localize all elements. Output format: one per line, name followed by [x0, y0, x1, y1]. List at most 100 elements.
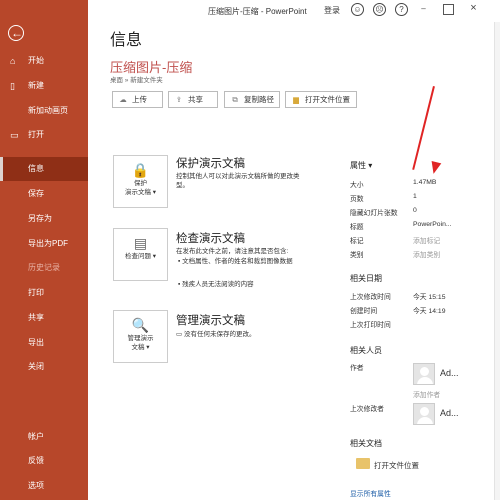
- prop-value: 1.47MB: [413, 179, 437, 186]
- modifier-avatar[interactable]: [413, 403, 435, 425]
- prop-label: 页数: [350, 196, 364, 203]
- copy-icon: ⧉: [232, 95, 238, 104]
- window-title: 压缩图片-压缩 - PowerPoint: [208, 7, 307, 16]
- add-author-link[interactable]: 添加作者: [413, 389, 440, 399]
- sidebar-item-label: 导出为PDF: [28, 239, 68, 248]
- dates-heading: 相关日期: [350, 274, 382, 283]
- prop-label: 类别: [350, 252, 364, 259]
- section-description: 控制其他人可以对此演示文稿所做的更改类型。: [176, 173, 300, 189]
- protect-presentation-button[interactable]: 🔒 保护 演示文稿 ▾: [113, 155, 168, 208]
- sidebar-item-label: 打印: [28, 288, 44, 297]
- sidebar-item-label: 反馈: [28, 456, 44, 465]
- sidebar-item-home[interactable]: ⌂ 开始: [0, 49, 88, 73]
- prop-value: 1: [413, 193, 417, 200]
- card-label: 检查问题 ▾: [124, 253, 157, 260]
- login-link[interactable]: 登录: [324, 5, 340, 16]
- sidebar-item-label: 信息: [28, 164, 44, 173]
- author-name[interactable]: Ad...: [440, 368, 459, 378]
- sidebar-item-label: 选项: [28, 481, 44, 490]
- section-description: 在发布此文件之前，请注意其是否包含:: [176, 248, 289, 255]
- author-avatar[interactable]: [413, 363, 435, 385]
- card-label: 保护 演示文稿 ▾: [124, 180, 157, 196]
- sidebar-item-open[interactable]: ▭ 打开: [0, 123, 88, 147]
- upload-button[interactable]: ☁ 上传: [112, 91, 163, 108]
- cloud-upload-icon: ☁: [119, 95, 127, 104]
- help-icon[interactable]: ?: [395, 3, 408, 16]
- sidebar-item-label: 历史记录: [28, 263, 60, 272]
- sidebar-item-label: 保存: [28, 189, 44, 198]
- sidebar-item-label: 新建: [28, 81, 44, 90]
- prop-label: 大小: [350, 182, 364, 189]
- folder-icon: ▭: [10, 130, 19, 140]
- manage-document-icon: 🔍: [131, 317, 150, 333]
- modifier-name[interactable]: Ad...: [440, 408, 459, 418]
- sidebar-item-save-as[interactable]: 另存为: [0, 207, 88, 231]
- date-label: 上次打印时间: [350, 322, 391, 329]
- share-button[interactable]: ⇪ 共享: [168, 91, 218, 108]
- section-description: ▭ 没有任何未保存的更改。: [176, 331, 256, 338]
- properties-heading[interactable]: 属性 ▾: [350, 160, 372, 171]
- sidebar-item-label: 导出: [28, 338, 44, 347]
- section-title: 检查演示文稿: [176, 233, 245, 245]
- list-item: ▪ 残疾人员无法阅读的内容: [178, 281, 254, 288]
- date-value: 今天 14:19: [413, 308, 446, 315]
- folder-icon: ▆: [293, 95, 299, 104]
- prop-label: 标记: [350, 238, 364, 245]
- manage-presentation-button[interactable]: 🔍 管理演示 文稿 ▾: [113, 310, 168, 363]
- share-icon: ⇪: [175, 95, 183, 104]
- frown-icon[interactable]: ☹: [373, 3, 386, 16]
- sidebar-item-new[interactable]: ▯ 新建: [0, 74, 88, 98]
- page-title: 信息: [110, 32, 143, 49]
- sidebar-item-label: 打开: [28, 130, 44, 139]
- copy-path-button[interactable]: ⧉ 复制路径: [224, 91, 280, 108]
- annotation-arrow-head: [428, 160, 442, 176]
- lock-icon: 🔒: [131, 162, 150, 178]
- sidebar-item-label: 开始: [28, 56, 44, 65]
- open-folder-link[interactable]: 打开文件位置: [374, 460, 419, 471]
- sidebar-item-account[interactable]: 帐户: [0, 425, 88, 449]
- sidebar-item-new-animation-page[interactable]: 新加动画页: [0, 99, 88, 123]
- sidebar-item-options[interactable]: 选项: [0, 474, 88, 498]
- annotation-arrow: [412, 86, 435, 170]
- check-issues-button[interactable]: ▤ 检查问题 ▾: [113, 228, 168, 281]
- folder-icon: [356, 458, 370, 469]
- sidebar-item-history[interactable]: 历史记录: [0, 256, 88, 280]
- date-value: 今天 15:15: [413, 294, 446, 301]
- sidebar-item-info[interactable]: 信息: [0, 157, 88, 181]
- sidebar-item-label: 帐户: [28, 432, 44, 441]
- date-label: 上次修改时间: [350, 294, 391, 301]
- sidebar-item-label: 新加动画页: [28, 106, 68, 115]
- new-doc-icon: ▯: [10, 81, 15, 91]
- date-label: 创建时间: [350, 308, 378, 315]
- minimize-icon[interactable]: –: [418, 4, 429, 15]
- show-all-properties-link[interactable]: 显示所有属性: [350, 488, 391, 498]
- vertical-scrollbar[interactable]: [494, 22, 500, 500]
- inspect-document-icon: ▤: [133, 235, 148, 251]
- sidebar-item-label: 关闭: [28, 362, 44, 371]
- close-icon[interactable]: ×: [468, 3, 479, 15]
- sidebar-item-label: 另存为: [28, 214, 52, 223]
- modifier-label: 上次修改者: [350, 406, 384, 413]
- restore-icon[interactable]: [443, 4, 454, 15]
- sidebar-item-print[interactable]: 打印: [0, 281, 88, 305]
- sidebar-item-close[interactable]: 关闭: [0, 355, 88, 379]
- sidebar-item-export-pdf[interactable]: 导出为PDF: [0, 232, 88, 256]
- title-field[interactable]: PowerPoin...: [413, 221, 452, 228]
- sidebar-item-label: 共享: [28, 313, 44, 322]
- author-label: 作者: [350, 365, 364, 372]
- prop-label: 标题: [350, 224, 364, 231]
- sidebar-item-export[interactable]: 导出: [0, 331, 88, 355]
- category-field[interactable]: 添加类别: [413, 249, 440, 259]
- sidebar-item-save[interactable]: 保存: [0, 182, 88, 206]
- sidebar-item-share[interactable]: 共享: [0, 306, 88, 330]
- title-bar: 压缩图片-压缩 - PowerPoint 登录 ☺ ☹ ? – ×: [88, 0, 500, 22]
- sidebar-item-feedback[interactable]: 反馈: [0, 449, 88, 473]
- list-item: ▪ 文档属性、作者的姓名和裁剪图像数据: [178, 258, 293, 265]
- breadcrumb: 桌面 » 新建文件夹: [110, 77, 163, 84]
- back-arrow-icon[interactable]: ←: [8, 25, 24, 41]
- section-title: 管理演示文稿: [176, 315, 245, 327]
- prop-label: 隐藏幻灯片张数: [350, 210, 398, 217]
- tags-field[interactable]: 添加标记: [413, 235, 440, 245]
- open-file-location-button[interactable]: ▆ 打开文件位置: [285, 91, 357, 108]
- smile-icon[interactable]: ☺: [351, 3, 364, 16]
